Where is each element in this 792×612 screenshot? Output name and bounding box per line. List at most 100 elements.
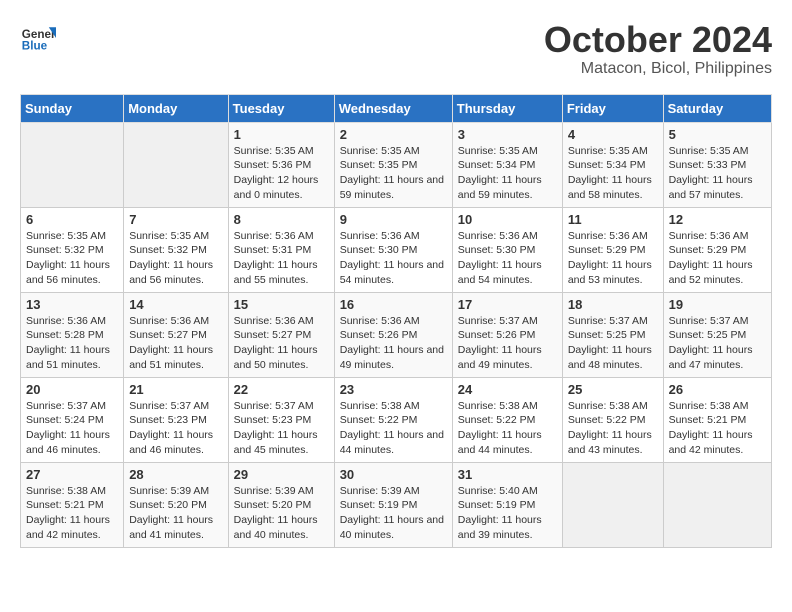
day-number: 4 — [568, 127, 658, 142]
column-header-saturday: Saturday — [663, 94, 771, 122]
calendar-cell — [21, 122, 124, 207]
day-info: Sunrise: 5:35 AMSunset: 5:34 PMDaylight:… — [568, 144, 658, 203]
day-info: Sunrise: 5:38 AMSunset: 5:22 PMDaylight:… — [340, 399, 447, 458]
calendar-cell — [124, 122, 228, 207]
calendar-week-row: 20 Sunrise: 5:37 AMSunset: 5:24 PMDayligh… — [21, 377, 772, 462]
day-info: Sunrise: 5:36 AMSunset: 5:26 PMDaylight:… — [340, 314, 447, 373]
day-info: Sunrise: 5:36 AMSunset: 5:31 PMDaylight:… — [234, 229, 329, 288]
logo: General Blue — [20, 20, 56, 56]
calendar-cell: 23 Sunrise: 5:38 AMSunset: 5:22 PMDayligh… — [334, 377, 452, 462]
day-info: Sunrise: 5:37 AMSunset: 5:23 PMDaylight:… — [129, 399, 222, 458]
calendar-cell: 4 Sunrise: 5:35 AMSunset: 5:34 PMDaylight… — [562, 122, 663, 207]
calendar-cell: 28 Sunrise: 5:39 AMSunset: 5:20 PMDayligh… — [124, 462, 228, 547]
day-number: 28 — [129, 467, 222, 482]
day-number: 23 — [340, 382, 447, 397]
day-info: Sunrise: 5:36 AMSunset: 5:27 PMDaylight:… — [234, 314, 329, 373]
calendar-cell: 2 Sunrise: 5:35 AMSunset: 5:35 PMDaylight… — [334, 122, 452, 207]
calendar-cell: 26 Sunrise: 5:38 AMSunset: 5:21 PMDayligh… — [663, 377, 771, 462]
calendar-week-row: 1 Sunrise: 5:35 AMSunset: 5:36 PMDaylight… — [21, 122, 772, 207]
day-number: 14 — [129, 297, 222, 312]
calendar-cell — [663, 462, 771, 547]
day-number: 16 — [340, 297, 447, 312]
day-info: Sunrise: 5:36 AMSunset: 5:30 PMDaylight:… — [458, 229, 557, 288]
day-number: 21 — [129, 382, 222, 397]
calendar-week-row: 27Sunrise: 5:38 AMSunset: 5:21 PMDayligh… — [21, 462, 772, 547]
calendar-cell: 6 Sunrise: 5:35 AMSunset: 5:32 PMDaylight… — [21, 207, 124, 292]
day-number: 17 — [458, 297, 557, 312]
page-header: General Blue October 2024 Matacon, Bicol… — [20, 20, 772, 78]
calendar-header-row: SundayMondayTuesdayWednesdayThursdayFrid… — [21, 94, 772, 122]
day-number: 1 — [234, 127, 329, 142]
day-number: 6 — [26, 212, 118, 227]
day-info: Sunrise: 5:35 AMSunset: 5:36 PMDaylight:… — [234, 144, 329, 203]
day-info: Sunrise: 5:36 AMSunset: 5:29 PMDaylight:… — [669, 229, 766, 288]
calendar-cell: 25Sunrise: 5:38 AMSunset: 5:22 PMDayligh… — [562, 377, 663, 462]
calendar-cell: 19 Sunrise: 5:37 AMSunset: 5:25 PMDayligh… — [663, 292, 771, 377]
day-info: Sunrise: 5:37 AMSunset: 5:25 PMDaylight:… — [669, 314, 766, 373]
day-info: Sunrise: 5:39 AMSunset: 5:19 PMDaylight:… — [340, 484, 447, 543]
calendar-cell: 17Sunrise: 5:37 AMSunset: 5:26 PMDayligh… — [452, 292, 562, 377]
calendar-cell: 16 Sunrise: 5:36 AMSunset: 5:26 PMDayligh… — [334, 292, 452, 377]
month-title: October 2024 — [544, 20, 772, 60]
calendar-week-row: 6 Sunrise: 5:35 AMSunset: 5:32 PMDaylight… — [21, 207, 772, 292]
calendar-cell: 20 Sunrise: 5:37 AMSunset: 5:24 PMDayligh… — [21, 377, 124, 462]
day-number: 22 — [234, 382, 329, 397]
day-info: Sunrise: 5:39 AMSunset: 5:20 PMDaylight:… — [234, 484, 329, 543]
day-number: 11 — [568, 212, 658, 227]
day-info: Sunrise: 5:40 AMSunset: 5:19 PMDaylight:… — [458, 484, 557, 543]
day-info: Sunrise: 5:35 AMSunset: 5:33 PMDaylight:… — [669, 144, 766, 203]
day-number: 2 — [340, 127, 447, 142]
column-header-monday: Monday — [124, 94, 228, 122]
day-number: 27 — [26, 467, 118, 482]
svg-text:Blue: Blue — [22, 40, 48, 53]
day-number: 9 — [340, 212, 447, 227]
calendar-cell: 21 Sunrise: 5:37 AMSunset: 5:23 PMDayligh… — [124, 377, 228, 462]
calendar-cell: 1 Sunrise: 5:35 AMSunset: 5:36 PMDaylight… — [228, 122, 334, 207]
calendar-cell: 24Sunrise: 5:38 AMSunset: 5:22 PMDayligh… — [452, 377, 562, 462]
day-number: 13 — [26, 297, 118, 312]
day-number: 3 — [458, 127, 557, 142]
calendar-cell: 22Sunrise: 5:37 AMSunset: 5:23 PMDayligh… — [228, 377, 334, 462]
day-info: Sunrise: 5:35 AMSunset: 5:35 PMDaylight:… — [340, 144, 447, 203]
column-header-tuesday: Tuesday — [228, 94, 334, 122]
calendar-cell: 9 Sunrise: 5:36 AMSunset: 5:30 PMDaylight… — [334, 207, 452, 292]
column-header-sunday: Sunday — [21, 94, 124, 122]
column-header-wednesday: Wednesday — [334, 94, 452, 122]
day-number: 18 — [568, 297, 658, 312]
calendar-cell: 30 Sunrise: 5:39 AMSunset: 5:19 PMDayligh… — [334, 462, 452, 547]
title-area: October 2024 Matacon, Bicol, Philippines — [544, 20, 772, 78]
calendar-cell — [562, 462, 663, 547]
day-info: Sunrise: 5:35 AMSunset: 5:32 PMDaylight:… — [129, 229, 222, 288]
calendar-cell: 7 Sunrise: 5:35 AMSunset: 5:32 PMDaylight… — [124, 207, 228, 292]
calendar-cell: 3Sunrise: 5:35 AMSunset: 5:34 PMDaylight… — [452, 122, 562, 207]
logo-icon: General Blue — [20, 20, 56, 56]
day-number: 26 — [669, 382, 766, 397]
calendar-cell: 31 Sunrise: 5:40 AMSunset: 5:19 PMDayligh… — [452, 462, 562, 547]
day-info: Sunrise: 5:39 AMSunset: 5:20 PMDaylight:… — [129, 484, 222, 543]
day-info: Sunrise: 5:38 AMSunset: 5:21 PMDaylight:… — [669, 399, 766, 458]
calendar-cell: 10 Sunrise: 5:36 AMSunset: 5:30 PMDayligh… — [452, 207, 562, 292]
day-info: Sunrise: 5:37 AMSunset: 5:24 PMDaylight:… — [26, 399, 118, 458]
day-number: 31 — [458, 467, 557, 482]
day-number: 19 — [669, 297, 766, 312]
calendar-cell: 5 Sunrise: 5:35 AMSunset: 5:33 PMDaylight… — [663, 122, 771, 207]
column-header-thursday: Thursday — [452, 94, 562, 122]
calendar-table: SundayMondayTuesdayWednesdayThursdayFrid… — [20, 94, 772, 548]
day-number: 5 — [669, 127, 766, 142]
day-info: Sunrise: 5:35 AMSunset: 5:32 PMDaylight:… — [26, 229, 118, 288]
day-number: 8 — [234, 212, 329, 227]
day-info: Sunrise: 5:36 AMSunset: 5:30 PMDaylight:… — [340, 229, 447, 288]
calendar-cell: 11Sunrise: 5:36 AMSunset: 5:29 PMDayligh… — [562, 207, 663, 292]
day-info: Sunrise: 5:38 AMSunset: 5:22 PMDaylight:… — [568, 399, 658, 458]
day-number: 20 — [26, 382, 118, 397]
day-number: 30 — [340, 467, 447, 482]
day-number: 10 — [458, 212, 557, 227]
day-number: 7 — [129, 212, 222, 227]
day-info: Sunrise: 5:36 AMSunset: 5:28 PMDaylight:… — [26, 314, 118, 373]
calendar-cell: 8 Sunrise: 5:36 AMSunset: 5:31 PMDaylight… — [228, 207, 334, 292]
calendar-cell: 15 Sunrise: 5:36 AMSunset: 5:27 PMDayligh… — [228, 292, 334, 377]
day-number: 15 — [234, 297, 329, 312]
day-info: Sunrise: 5:36 AMSunset: 5:27 PMDaylight:… — [129, 314, 222, 373]
calendar-cell: 12Sunrise: 5:36 AMSunset: 5:29 PMDayligh… — [663, 207, 771, 292]
calendar-cell: 29Sunrise: 5:39 AMSunset: 5:20 PMDayligh… — [228, 462, 334, 547]
